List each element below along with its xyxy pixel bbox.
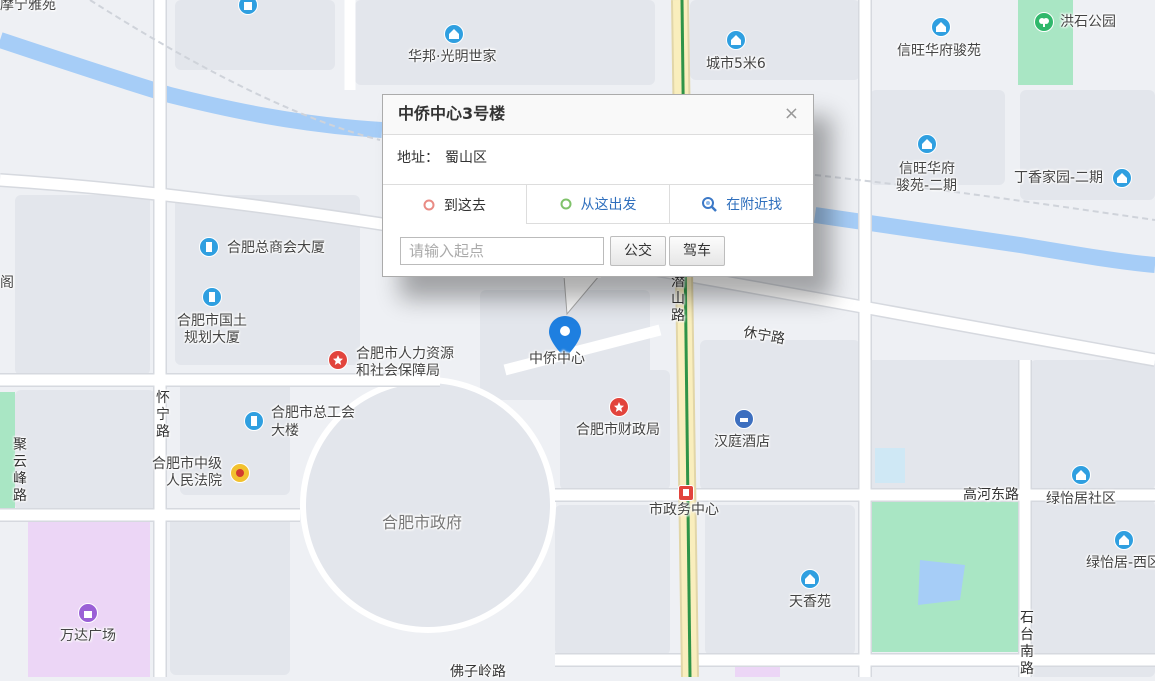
park-icon[interactable] xyxy=(1034,12,1054,32)
government-icon[interactable] xyxy=(328,350,348,370)
poi-label[interactable]: 信旺华府骏苑 xyxy=(897,43,981,60)
poi-label[interactable]: 洪石公园 xyxy=(1060,14,1116,31)
residential-icon[interactable] xyxy=(800,569,820,589)
route-tabs: 到这去 从这出发 在附近找 xyxy=(383,185,813,224)
office-icon[interactable] xyxy=(202,287,222,307)
court-emblem-icon[interactable] xyxy=(230,463,250,483)
area-label[interactable]: 合肥市政府 xyxy=(382,514,462,531)
residential-icon[interactable] xyxy=(1114,530,1134,550)
poi-label[interactable]: 摩宁雅苑 xyxy=(0,0,56,14)
poi-label[interactable]: 合肥市总工会 xyxy=(271,405,355,422)
poi-label[interactable]: 合肥总商会大厦 xyxy=(227,240,325,257)
road-label: 怀宁路 xyxy=(156,390,170,440)
road-label: 高河东路 xyxy=(963,487,1019,503)
poi-label[interactable]: 华邦·光明世家 xyxy=(408,49,496,66)
poi-label[interactable]: 汉庭酒店 xyxy=(714,434,770,451)
road-label: 聚云峰路 xyxy=(13,437,27,504)
poi-label[interactable]: 合肥市人力资源 xyxy=(356,346,454,363)
office-icon[interactable] xyxy=(244,411,264,431)
address-label: 地址： xyxy=(397,150,439,166)
residential-icon[interactable] xyxy=(931,17,951,37)
tab-go-here[interactable]: 到这去 xyxy=(383,185,527,224)
residential-icon[interactable] xyxy=(726,30,746,50)
tab-label: 从这出发 xyxy=(580,197,637,213)
shopping-icon[interactable] xyxy=(78,603,98,623)
metro-station-icon[interactable] xyxy=(678,485,694,501)
info-window-title: 中侨中心3号楼 xyxy=(398,104,506,123)
poi-label[interactable]: 和社会保障局 xyxy=(356,363,440,380)
address-row: 地址： 蜀山区 xyxy=(383,135,813,185)
poi-label[interactable]: 天香苑 xyxy=(789,594,831,611)
info-window: 中侨中心3号楼 × 地址： 蜀山区 到这去 从这出发 在附近找 公交 驾车 xyxy=(382,94,814,277)
tab-label: 到这去 xyxy=(443,197,486,214)
address-value: 蜀山区 xyxy=(445,150,487,166)
route-form: 公交 驾车 xyxy=(383,224,813,278)
tab-search-nearby[interactable]: 在附近找 xyxy=(670,185,813,223)
popup-pointer xyxy=(559,276,619,316)
poi-label[interactable]: 阁 xyxy=(0,275,14,292)
bus-button[interactable]: 公交 xyxy=(610,236,666,266)
poi-label[interactable]: 城市5米6 xyxy=(706,56,766,73)
residential-icon[interactable] xyxy=(1071,465,1091,485)
tab-label: 在附近找 xyxy=(726,197,783,213)
metro-label[interactable]: 市政务中心 xyxy=(649,502,719,519)
start-point-input[interactable] xyxy=(400,237,604,265)
marker-label[interactable]: 中侨中心 xyxy=(529,351,585,368)
poi-label[interactable]: 绿怡居社区 xyxy=(1046,491,1116,508)
road-label: 石台南路 xyxy=(1020,610,1034,677)
poi-label[interactable]: 合肥市财政局 xyxy=(576,422,660,439)
government-icon[interactable] xyxy=(609,397,629,417)
poi-label[interactable]: 人民法院 xyxy=(166,473,222,490)
residential-icon[interactable] xyxy=(1112,168,1132,188)
poi-label[interactable]: 规划大厦 xyxy=(184,330,240,347)
poi-label[interactable]: 大楼 xyxy=(271,423,299,440)
poi-label[interactable]: 万达广场 xyxy=(60,628,116,645)
poi-label[interactable]: 丁香家园-二期 xyxy=(1014,170,1103,187)
office-icon[interactable] xyxy=(199,237,219,257)
tab-start-from-here[interactable]: 从这出发 xyxy=(527,185,671,223)
poi-label[interactable]: 合肥市中级 xyxy=(152,456,222,473)
poi-label[interactable]: 信旺华府 xyxy=(899,161,955,178)
residential-icon[interactable] xyxy=(444,24,464,44)
green-circle-icon xyxy=(560,198,571,210)
residential-icon[interactable] xyxy=(917,134,937,154)
drive-button[interactable]: 驾车 xyxy=(669,236,725,266)
close-icon[interactable]: × xyxy=(784,95,799,133)
info-window-header: 中侨中心3号楼 × xyxy=(383,95,813,135)
poi-label[interactable]: 骏苑-二期 xyxy=(896,178,957,195)
poi-label[interactable]: 绿怡居-西区 xyxy=(1086,555,1155,572)
road-label: 潜山路 xyxy=(671,274,685,324)
red-circle-icon xyxy=(423,199,435,210)
hotel-icon[interactable] xyxy=(734,409,754,429)
poi-label[interactable]: 合肥市国土 xyxy=(177,313,247,330)
road-label: 佛子岭路 xyxy=(450,664,506,680)
magnifier-icon xyxy=(702,197,718,212)
